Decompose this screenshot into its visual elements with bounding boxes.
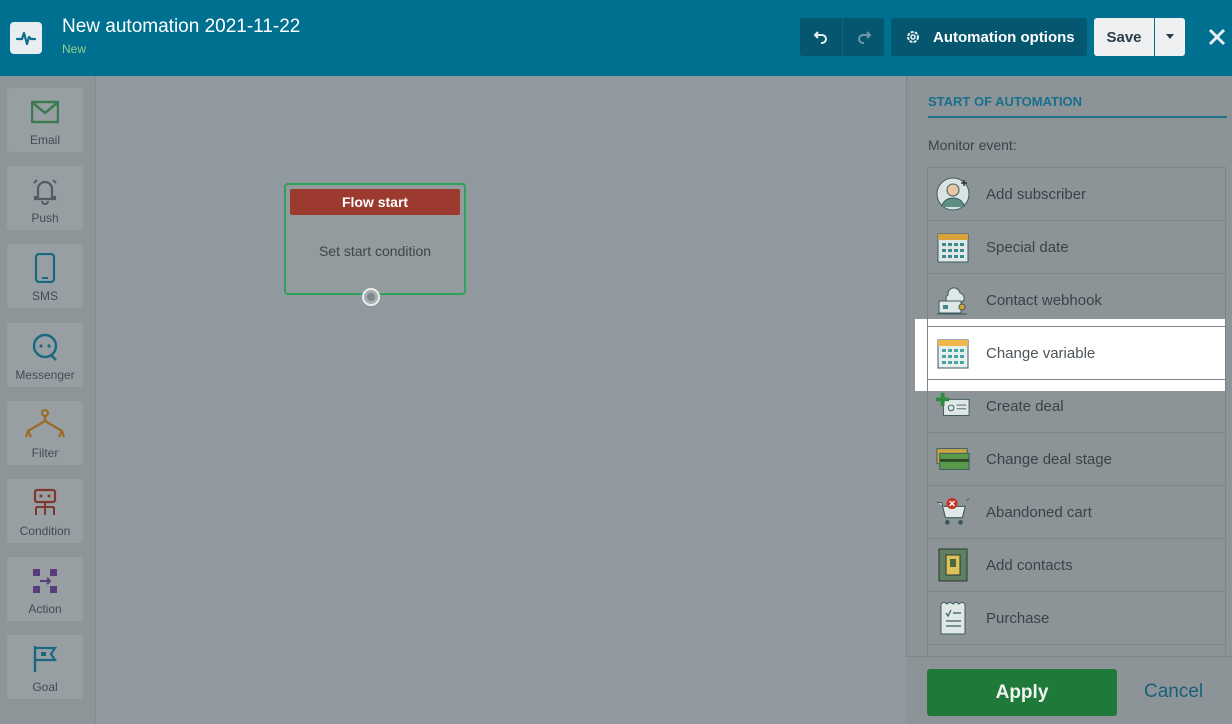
action-icon [33,569,57,593]
tool-goal[interactable]: Goal [7,635,83,699]
envelope-icon [31,100,59,124]
event-label: Add contacts [986,556,1073,574]
event-label: Change variable [986,344,1096,362]
save-button[interactable]: Save [1094,18,1154,56]
top-header: New automation 2021-11-22 New Automation… [0,0,1232,76]
create-deal-icon [936,392,970,416]
flag-icon [33,646,58,672]
filter-icon [24,409,66,438]
tool-push[interactable]: Push [7,166,83,230]
close-button[interactable] [1203,22,1231,52]
event-special-date[interactable]: Special date [928,221,1225,274]
deal-stage-icon [936,448,970,470]
event-change-variable[interactable]: Change variable [928,327,1225,380]
node-output-port[interactable] [362,288,380,306]
tool-goal-label: Goal [32,680,58,694]
calendar-icon [937,233,969,263]
status-badge: New [62,42,87,56]
history-buttons [800,18,884,56]
cancel-button[interactable]: Cancel [1144,681,1203,703]
tool-messenger-label: Messenger [15,368,75,382]
flow-start-condition: Set start condition [318,243,432,259]
flow-start-title: Flow start [290,189,460,215]
contacts-icon [938,548,968,582]
chat-icon [32,333,58,361]
close-icon [1208,28,1226,46]
gear-icon [907,31,919,43]
event-label: Special date [986,238,1069,256]
redo-icon [857,31,871,44]
redo-button[interactable] [842,18,884,56]
page-title[interactable]: New automation 2021-11-22 [62,16,300,38]
tool-sms-label: SMS [31,289,58,303]
event-list: Add subscriber Special date Contact webh… [927,167,1226,655]
user-add-icon [936,177,970,211]
flow-start-node[interactable]: Flow start Set start condition [284,183,466,295]
apply-button[interactable]: Apply [927,669,1117,716]
event-create-deal[interactable]: Create deal [928,380,1225,433]
cart-icon [936,497,970,525]
event-change-deal-stage[interactable]: Change deal stage [928,433,1225,486]
event-label: Add subscriber [986,185,1087,203]
tool-filter[interactable]: Filter [7,401,83,465]
automation-options-button[interactable]: Automation options [891,18,1087,56]
calendar-icon [937,339,969,369]
event-label: Contact webhook [986,291,1102,309]
bell-icon [33,179,57,205]
tool-condition-label: Condition [19,524,71,538]
undo-icon [813,31,827,44]
tool-sms[interactable]: SMS [7,244,83,308]
automation-logo-icon [10,22,42,54]
blocks-toolbar: Email Push SMS Messenger Filter Conditio… [0,76,96,724]
tool-action-label: Action [28,602,62,616]
tool-email-label: Email [29,133,60,147]
event-label: Purchase [986,609,1050,627]
webhook-icon [937,287,967,315]
receipt-icon [940,601,966,635]
caret-down-icon [1166,34,1174,39]
condition-icon [33,488,57,515]
event-purchase[interactable]: Purchase [928,592,1225,645]
event-abandoned-cart[interactable]: Abandoned cart [928,486,1225,539]
tool-action[interactable]: Action [7,557,83,621]
automation-options-label: Automation options [933,28,1075,46]
monitor-event-label: Monitor event: [928,137,1017,153]
event-label: Abandoned cart [986,503,1092,521]
tool-filter-label: Filter [31,446,59,460]
event-label: Change deal stage [986,450,1112,468]
tool-messenger[interactable]: Messenger [7,323,83,387]
event-add-contacts[interactable]: Add contacts [928,539,1225,592]
event-add-subscriber[interactable]: Add subscriber [928,168,1225,221]
phone-icon [34,253,56,283]
tool-push-label: Push [31,211,59,225]
save-dropdown-button[interactable] [1155,18,1185,56]
event-label: Create deal [986,397,1064,415]
event-contact-webhook[interactable]: Contact webhook [928,274,1225,327]
panel-title: START OF AUTOMATION [928,94,1227,118]
tool-condition[interactable]: Condition [7,479,83,543]
undo-button[interactable] [800,18,842,56]
tool-email[interactable]: Email [7,88,83,152]
